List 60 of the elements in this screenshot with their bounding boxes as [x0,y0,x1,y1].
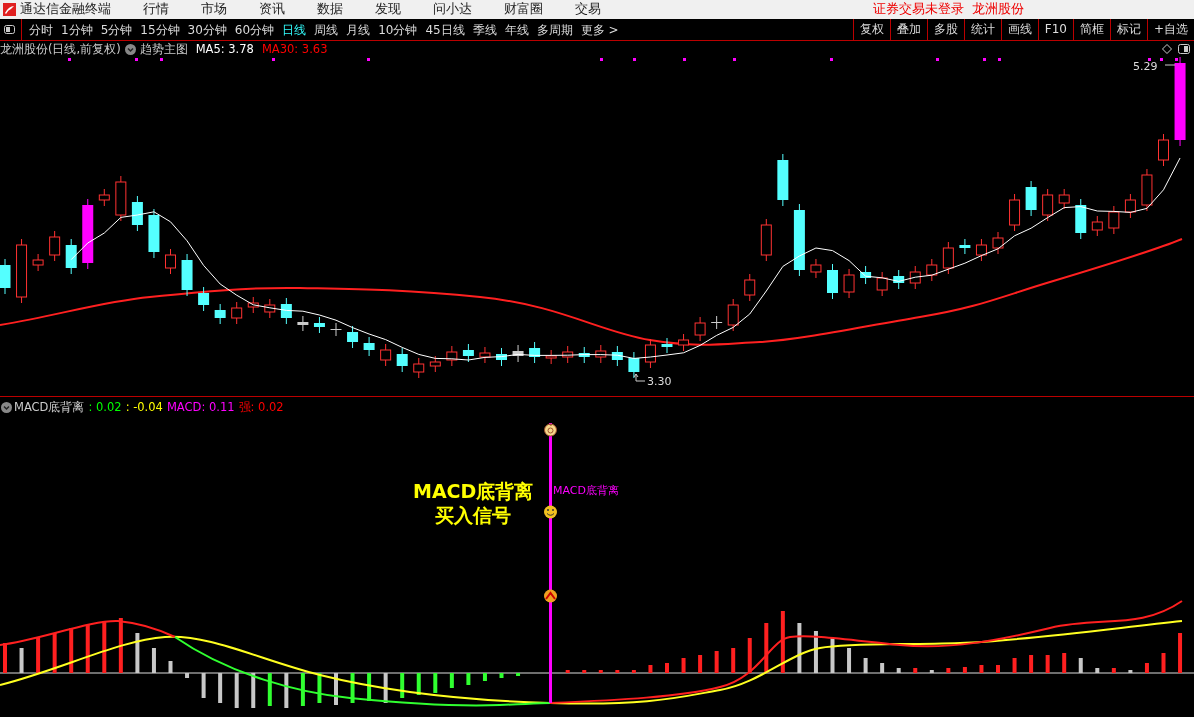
dropdown-icon[interactable] [124,43,136,55]
indicator-value: : 0.02 [88,399,122,415]
period-tab[interactable]: 周线 [310,19,343,40]
menu-item[interactable]: 问小达 [433,0,472,19]
up-arrow-icon [544,589,557,603]
menu-item[interactable]: 数据 [317,0,343,19]
period-tab[interactable]: 45日线 [421,19,469,40]
ma-value: MA5: 3.78 [195,41,254,57]
toolbar-button[interactable]: 简框 [1072,19,1110,40]
menu-item[interactable]: 行情 [143,0,169,19]
indicator-name[interactable]: MACD底背离 [14,399,85,415]
leader-line [1164,64,1176,66]
indicator-name[interactable]: 趋势主图 [139,41,188,57]
period-tab[interactable]: 月线 [342,19,375,40]
panel-toggle-icon[interactable] [1178,44,1190,54]
period-tab[interactable]: 多周期 [532,19,577,40]
stock-name: 龙洲股份 [972,0,1024,19]
price-label: 3.30 [647,374,672,390]
menu-item[interactable]: 发现 [375,0,401,19]
menu-item[interactable]: 市场 [201,0,227,19]
period-tab[interactable]: 5分钟 [96,19,137,40]
app-logo-icon [3,3,16,16]
toolbar-button[interactable]: 标记 [1109,19,1147,40]
app-title: 通达信金融终端 [20,0,111,19]
period-tab[interactable]: 10分钟 [374,19,422,40]
indicator-value: 强: 0.02 [238,399,284,415]
menu-item[interactable]: 交易 [575,0,601,19]
chart-title: 龙洲股份(日线,前复权) [0,41,121,57]
toolbar-button[interactable]: 统计 [963,19,1001,40]
period-tab[interactable]: 年线 [500,19,533,40]
menu-item[interactable]: 财富圈 [504,0,543,19]
annotation-text: MACD底背离 [413,479,534,503]
leader-line [633,373,646,382]
menu-item[interactable]: 资讯 [259,0,285,19]
toolbar-button[interactable]: 复权 [852,19,890,40]
signal-label: MACD底背离 [553,483,619,499]
dropdown-icon[interactable] [1,401,12,413]
price-label: 5.29 [1133,59,1158,75]
login-status[interactable]: 证券交易未登录 [873,0,964,19]
period-tab[interactable]: 1分钟 [57,19,97,40]
period-tab[interactable]: 15分钟 [136,19,184,40]
money-bag-icon [544,423,557,437]
period-tab[interactable]: 季线 [468,19,501,40]
indicator-value: MACD: 0.11 [166,399,235,415]
period-tab[interactable]: 分时 [25,19,57,40]
ma-value: MA30: 3.63 [261,41,328,57]
toolbar-button[interactable]: 多股 [926,19,964,40]
smiley-icon [544,505,557,519]
toolbar-button[interactable]: F10 [1037,19,1073,40]
toolbar-button[interactable]: 画线 [1000,19,1038,40]
annotation-text: 买入信号 [434,503,513,527]
panel-toggle-icon[interactable] [4,25,15,34]
period-tab[interactable]: 30分钟 [183,19,231,40]
period-tab[interactable]: 日线 [278,19,311,40]
period-tab[interactable]: 60分钟 [230,19,279,40]
toolbar-button[interactable]: 叠加 [889,19,927,40]
period-tab[interactable]: 更多 > [576,19,623,40]
indicator-value: : -0.04 [125,399,163,415]
toolbar-button[interactable]: +自选 [1146,19,1194,40]
diamond-icon[interactable] [1162,44,1172,54]
